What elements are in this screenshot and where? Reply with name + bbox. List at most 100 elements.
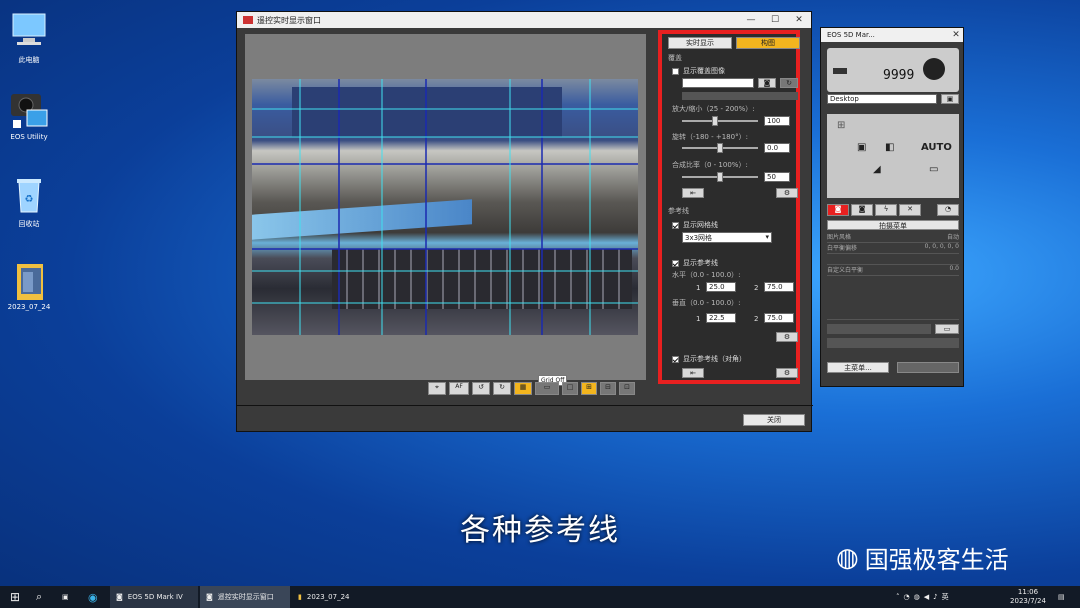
taskbar-app-eos[interactable]: ◙ EOS 5D Mark IV — [110, 586, 198, 608]
notification-button[interactable]: ▤ — [1052, 586, 1071, 608]
camera-icon: ◙ — [116, 593, 123, 601]
network-icon[interactable]: ◔ — [904, 593, 910, 601]
menu-row[interactable]: 图片风格 自动 — [827, 232, 959, 243]
rotate-input[interactable]: 0.0 — [764, 143, 790, 153]
magnify-button[interactable]: ⊞ — [581, 382, 597, 395]
search-icon: ⌕ — [36, 590, 43, 603]
horizontal-2-input[interactable]: 75.0 — [764, 282, 794, 292]
ratio-checkbox[interactable]: 显示参考线 — [672, 258, 718, 268]
slider-knob[interactable] — [717, 143, 723, 153]
diagonal-checkbox[interactable]: 显示参考线（对角） — [672, 354, 746, 364]
scale-slider[interactable] — [682, 116, 758, 126]
settings-icon[interactable]: ⚙ — [776, 368, 798, 378]
task-view-button[interactable]: ▣ — [56, 586, 75, 608]
reset-icon[interactable]: ⇤ — [682, 368, 704, 378]
tab-compose[interactable]: 构图 — [736, 37, 800, 49]
opacity-slider[interactable] — [682, 172, 758, 182]
close-window-button[interactable]: ✕ — [949, 30, 963, 40]
metering-icon[interactable]: ▣ — [857, 142, 866, 153]
edge-button[interactable]: ◉ — [82, 586, 104, 608]
view-button[interactable]: ⊡ — [619, 382, 635, 395]
refresh-icon[interactable]: ↻ — [780, 78, 798, 88]
camera-icon[interactable]: ◙ — [758, 78, 776, 88]
ime-indicator[interactable]: 英 — [942, 592, 949, 602]
camera-settings-icon[interactable]: ◙ — [851, 204, 873, 216]
window-title: EOS 5D Mar... — [827, 31, 875, 39]
overlay-file-field[interactable] — [682, 78, 754, 88]
grid-checkbox[interactable]: 显示网格线 — [672, 220, 718, 230]
slider-knob[interactable] — [717, 172, 723, 182]
menu-row[interactable]: 白平衡偏移 0, 0, 0, 0, 0 — [827, 243, 959, 254]
ratio-checkbox-label: 显示参考线 — [683, 259, 718, 267]
settings-icon[interactable]: ⚙ — [776, 188, 798, 198]
desktop-icon-folder[interactable]: 2023_07_24 — [6, 258, 52, 311]
desktop-icon-this-pc[interactable]: 此电脑 — [6, 10, 52, 65]
close-window-button[interactable]: ✕ — [787, 15, 811, 25]
desktop-icon-label: 此电脑 — [18, 56, 40, 64]
tab-live[interactable]: 实时显示 — [668, 37, 732, 49]
mode-bar[interactable] — [827, 338, 959, 348]
reset-icon[interactable]: ⇤ — [682, 188, 704, 198]
minimize-button[interactable]: — — [739, 15, 763, 25]
taskbar-app-folder[interactable]: ▮ 2023_07_24 — [292, 586, 378, 608]
opacity-input[interactable]: 50 — [764, 172, 790, 182]
clock[interactable]: 11:06 2023/7/24 — [1008, 588, 1048, 606]
volume-icon[interactable]: ◀ — [924, 593, 929, 601]
menu-row-name: 自定义白平衡 — [827, 267, 864, 274]
horizontal-label: 水平（0.0 - 100.0）: — [672, 271, 741, 279]
search-button[interactable]: ⌕ — [30, 586, 48, 608]
focus-icon[interactable]: ⌖ — [428, 382, 446, 395]
main-menu-button[interactable]: 主菜单... — [827, 362, 889, 373]
compare-button[interactable]: ⊟ — [600, 382, 616, 395]
chevron-up-icon[interactable]: ˄ — [896, 593, 900, 601]
zoom-button[interactable]: □ — [562, 382, 578, 395]
auto-focus-button[interactable]: AF — [449, 382, 469, 395]
drive-icon[interactable]: ◧ — [885, 142, 894, 153]
rotate-right-icon[interactable]: ↻ — [493, 382, 511, 395]
live-view-button[interactable]: ▭ — [935, 324, 959, 334]
tools-icon[interactable]: ✕ — [899, 204, 921, 216]
picture-icon[interactable]: ▭ — [929, 164, 938, 175]
overlay-checkbox[interactable]: 显示覆盖图像 — [672, 66, 725, 76]
vertical-label: 垂直（0.0 - 100.0）: — [672, 299, 741, 307]
slider-knob[interactable] — [712, 116, 718, 126]
af-icon[interactable]: ◢ — [873, 164, 881, 175]
maximize-button[interactable]: ☐ — [763, 15, 787, 25]
auto-label[interactable]: AUTO — [921, 142, 952, 153]
shooting-menu-icon[interactable]: ◙ — [827, 204, 849, 216]
folder-field[interactable]: Desktop — [827, 94, 937, 104]
folder-button[interactable]: ▣ — [941, 94, 959, 104]
aspect-button[interactable]: ▭ — [535, 382, 559, 395]
rotate-slider[interactable] — [682, 143, 758, 153]
live-view-bar[interactable] — [827, 324, 931, 334]
vertical-1-input[interactable]: 22.5 — [706, 313, 736, 323]
menu-row[interactable]: 自定义白平衡 0.0 — [827, 265, 959, 276]
horizontal-1-input[interactable]: 25.0 — [706, 282, 736, 292]
flash-icon[interactable]: ϟ — [875, 204, 897, 216]
start-button[interactable]: ⊞ — [4, 586, 26, 608]
svg-text:♻: ♻ — [25, 194, 34, 205]
menu-row-value: 0, 0, 0, 0, 0 — [924, 243, 959, 250]
secondary-button[interactable] — [897, 362, 959, 373]
desktop-icon-eos-utility[interactable]: EOS Utility — [6, 88, 52, 141]
settings-icon[interactable]: ⚙ — [776, 332, 798, 342]
rotate-left-icon[interactable]: ↺ — [472, 382, 490, 395]
mode-dial-icon[interactable] — [923, 58, 945, 80]
overlay-section-title: 覆盖 — [668, 54, 682, 62]
taskbar-app-label: 2023_07_24 — [306, 593, 350, 601]
menu-row[interactable] — [827, 254, 959, 265]
close-button[interactable]: 关闭 — [743, 414, 805, 426]
scale-input[interactable]: 100 — [764, 116, 790, 126]
grid-toggle-button[interactable]: ▦ — [514, 382, 532, 395]
compose-panel: 实时显示 构图 覆盖 显示覆盖图像 ◙ ↻ 放大/缩小（25 - 200%）: … — [658, 30, 800, 384]
notification-icon: ▤ — [1058, 593, 1065, 601]
speaker-icon[interactable]: ♪ — [933, 593, 937, 601]
grid-type-select[interactable]: 3x3网格 ▾ — [682, 232, 772, 243]
app-tray-icon[interactable]: ◍ — [914, 593, 920, 601]
vertical-2-input[interactable]: 75.0 — [764, 313, 794, 323]
liveview-image-area[interactable]: Grid Off — [245, 34, 646, 386]
taskbar-app-liveview[interactable]: ◙ 遥控实时显示窗口 — [200, 586, 290, 608]
timer-icon[interactable]: ◔ — [937, 204, 959, 216]
battery-icon — [833, 68, 847, 74]
desktop-icon-recycle-bin[interactable]: ♻ 回收站 — [6, 174, 52, 229]
